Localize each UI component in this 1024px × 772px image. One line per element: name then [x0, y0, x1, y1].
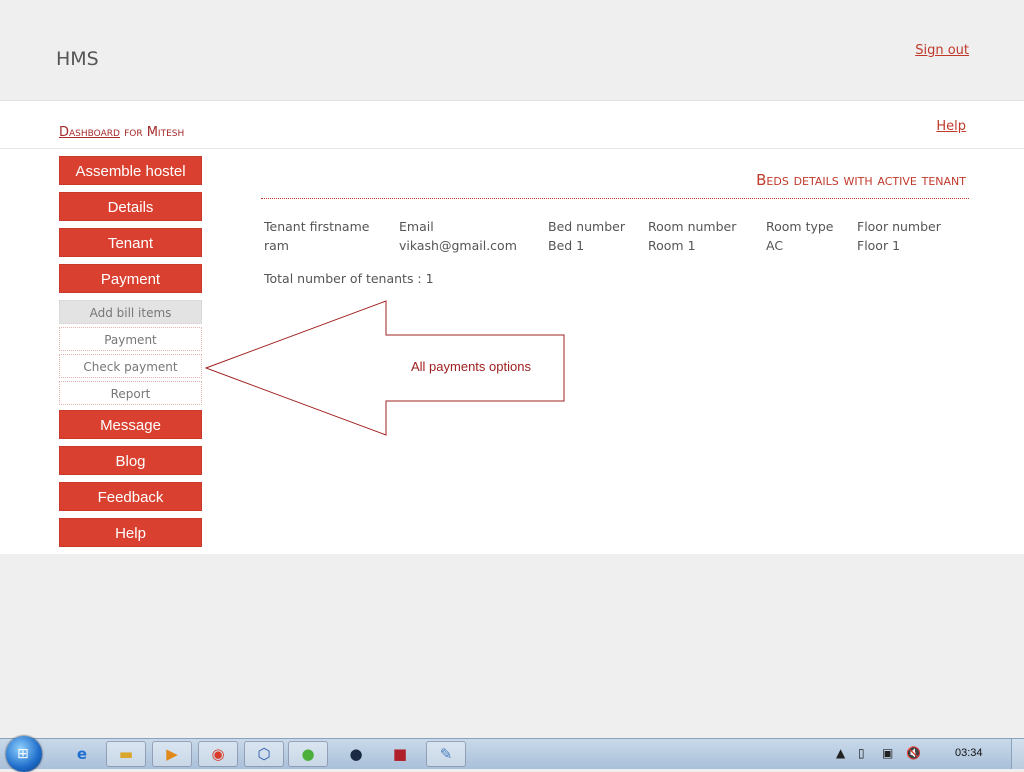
nav-details[interactable]: Details [59, 192, 202, 221]
tenant-total: Total number of tenants : 1 [264, 271, 434, 286]
app-brand: HMS [56, 48, 99, 70]
cell-floor: Floor 1 [857, 238, 901, 253]
subnav-report[interactable]: Report [59, 381, 202, 405]
col-tenant-firstname: Tenant firstname [264, 219, 370, 234]
show-desktop-button[interactable] [1011, 739, 1024, 769]
cell-room: Room 1 [648, 238, 696, 253]
col-floor-number: Floor number [857, 219, 941, 234]
nav-assemble-hostel[interactable]: Assemble hostel [59, 156, 202, 185]
sign-out-link[interactable]: Sign out [915, 43, 969, 58]
nav-tenant[interactable]: Tenant [59, 228, 202, 257]
paint-icon[interactable]: ✎ [426, 741, 466, 767]
callout-text: All payments options [411, 359, 531, 374]
media-player-icon[interactable]: ▶ [152, 741, 192, 767]
start-button[interactable]: ⊞ [6, 736, 42, 772]
tray-expand-icon[interactable]: ▲ [836, 746, 845, 760]
help-link[interactable]: Help [936, 119, 966, 134]
subnav-payment[interactable]: Payment [59, 327, 202, 351]
nav-payment[interactable]: Payment [59, 264, 202, 293]
explorer-icon[interactable]: ▬ [106, 741, 146, 767]
virtualbox-icon[interactable]: ⬡ [244, 741, 284, 767]
red-app-icon[interactable]: ■ [380, 741, 420, 767]
cell-firstname: ram [264, 238, 289, 253]
breadcrumb-bar: Dashboard for Mitesh Help [0, 101, 1024, 149]
tray-device-icon[interactable]: ▯ [858, 746, 865, 760]
subnav-add-bill-items[interactable]: Add bill items [59, 300, 202, 324]
col-bed-number: Bed number [548, 219, 625, 234]
col-room-number: Room number [648, 219, 737, 234]
windows-logo-icon: ⊞ [17, 746, 29, 762]
cell-room-type: AC [766, 238, 784, 253]
sidebar-nav: Assemble hostel Details Tenant Payment A… [59, 156, 204, 554]
content-area: Beds details with active tenant Tenant f… [261, 171, 969, 286]
dark-app-icon[interactable]: ● [336, 741, 376, 767]
nav-blog[interactable]: Blog [59, 446, 202, 475]
network-icon[interactable]: ▣ [882, 746, 893, 760]
table-header-row: Tenant firstname Email Bed number Room n… [261, 219, 944, 238]
dashboard-link[interactable]: Dashboard [59, 125, 120, 140]
nav-message[interactable]: Message [59, 410, 202, 439]
green-app-icon[interactable]: ● [288, 741, 328, 767]
nav-help[interactable]: Help [59, 518, 202, 547]
chrome-icon[interactable]: ◉ [198, 741, 238, 767]
top-header: HMS Sign out [0, 0, 1024, 101]
cell-bed: Bed 1 [548, 238, 585, 253]
volume-muted-icon[interactable]: 🔇 [906, 746, 921, 760]
windows-taskbar: ⊞ e ▬ ▶ ◉ ⬡ ● ● ■ ✎ ▲ ▯ ▣ 🔇 03:34 [0, 736, 1024, 772]
breadcrumb-user: for Mitesh [119, 125, 185, 140]
nav-feedback[interactable]: Feedback [59, 482, 202, 511]
col-room-type: Room type [766, 219, 834, 234]
col-email: Email [399, 219, 434, 234]
subnav-check-payment[interactable]: Check payment [59, 354, 202, 378]
ie-icon[interactable]: e [62, 741, 102, 767]
clock[interactable]: 03:34 [955, 747, 983, 759]
table-row: ram vikash@gmail.com Bed 1 Room 1 AC Flo… [261, 238, 944, 253]
section-title: Beds details with active tenant [261, 171, 969, 199]
tenants-table: Tenant firstname Email Bed number Room n… [261, 219, 944, 253]
cell-email: vikash@gmail.com [399, 238, 517, 253]
breadcrumb: Dashboard for Mitesh [59, 125, 184, 140]
